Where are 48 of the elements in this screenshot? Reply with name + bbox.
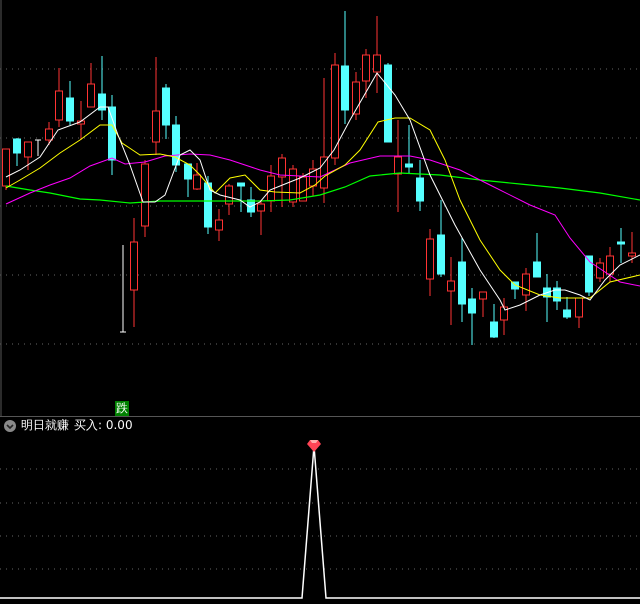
indicator-name: 明日就赚: [21, 417, 69, 434]
candlestick: [204, 176, 212, 234]
signal-marker: 跌: [115, 401, 129, 416]
candlestick: [405, 124, 413, 174]
candlestick: [24, 142, 32, 170]
candlestick: [98, 56, 106, 120]
candlestick: [87, 62, 95, 108]
candlestick: [617, 228, 625, 264]
candlestick: [511, 282, 519, 300]
candlestick: [533, 232, 541, 278]
candlestick: [299, 172, 307, 202]
candlestick: [162, 84, 170, 140]
candlestick: [362, 48, 370, 98]
candlestick: [479, 292, 487, 318]
candlestick: [606, 246, 614, 282]
candlestick: [447, 256, 455, 326]
candlestick: [553, 280, 561, 310]
candlestick: [237, 182, 245, 212]
candlestick: [563, 296, 571, 320]
candlestick: [585, 256, 593, 296]
candlestick: [596, 258, 604, 282]
candlestick: [267, 164, 275, 212]
candlestick: [426, 228, 434, 296]
candlestick: [416, 160, 424, 212]
candlestick: [628, 232, 636, 264]
candlestick: [66, 80, 74, 126]
candlestick: [543, 274, 551, 322]
candlestick: [215, 208, 223, 242]
candlestick: [247, 186, 255, 218]
candlestick: [490, 304, 498, 338]
doji-candlestick: [34, 140, 42, 156]
candlestick: [55, 68, 63, 128]
candlestick: [575, 298, 583, 328]
candlestick: [45, 122, 53, 146]
candlestick: [352, 72, 360, 120]
candlestick: [77, 100, 85, 140]
chevron-down-icon[interactable]: [4, 420, 16, 432]
candlestick: [225, 184, 233, 216]
candlestick: [309, 160, 317, 196]
candlestick: [13, 138, 21, 166]
candlestick: [278, 154, 286, 208]
candlestick: [468, 288, 476, 346]
candlestick: [522, 268, 530, 312]
candlestick: [172, 116, 180, 172]
indicator-reading: 买入: 0.00: [74, 417, 133, 434]
candlestick: [257, 200, 265, 236]
gem-icon: [307, 440, 321, 452]
candlestick: [500, 298, 508, 336]
